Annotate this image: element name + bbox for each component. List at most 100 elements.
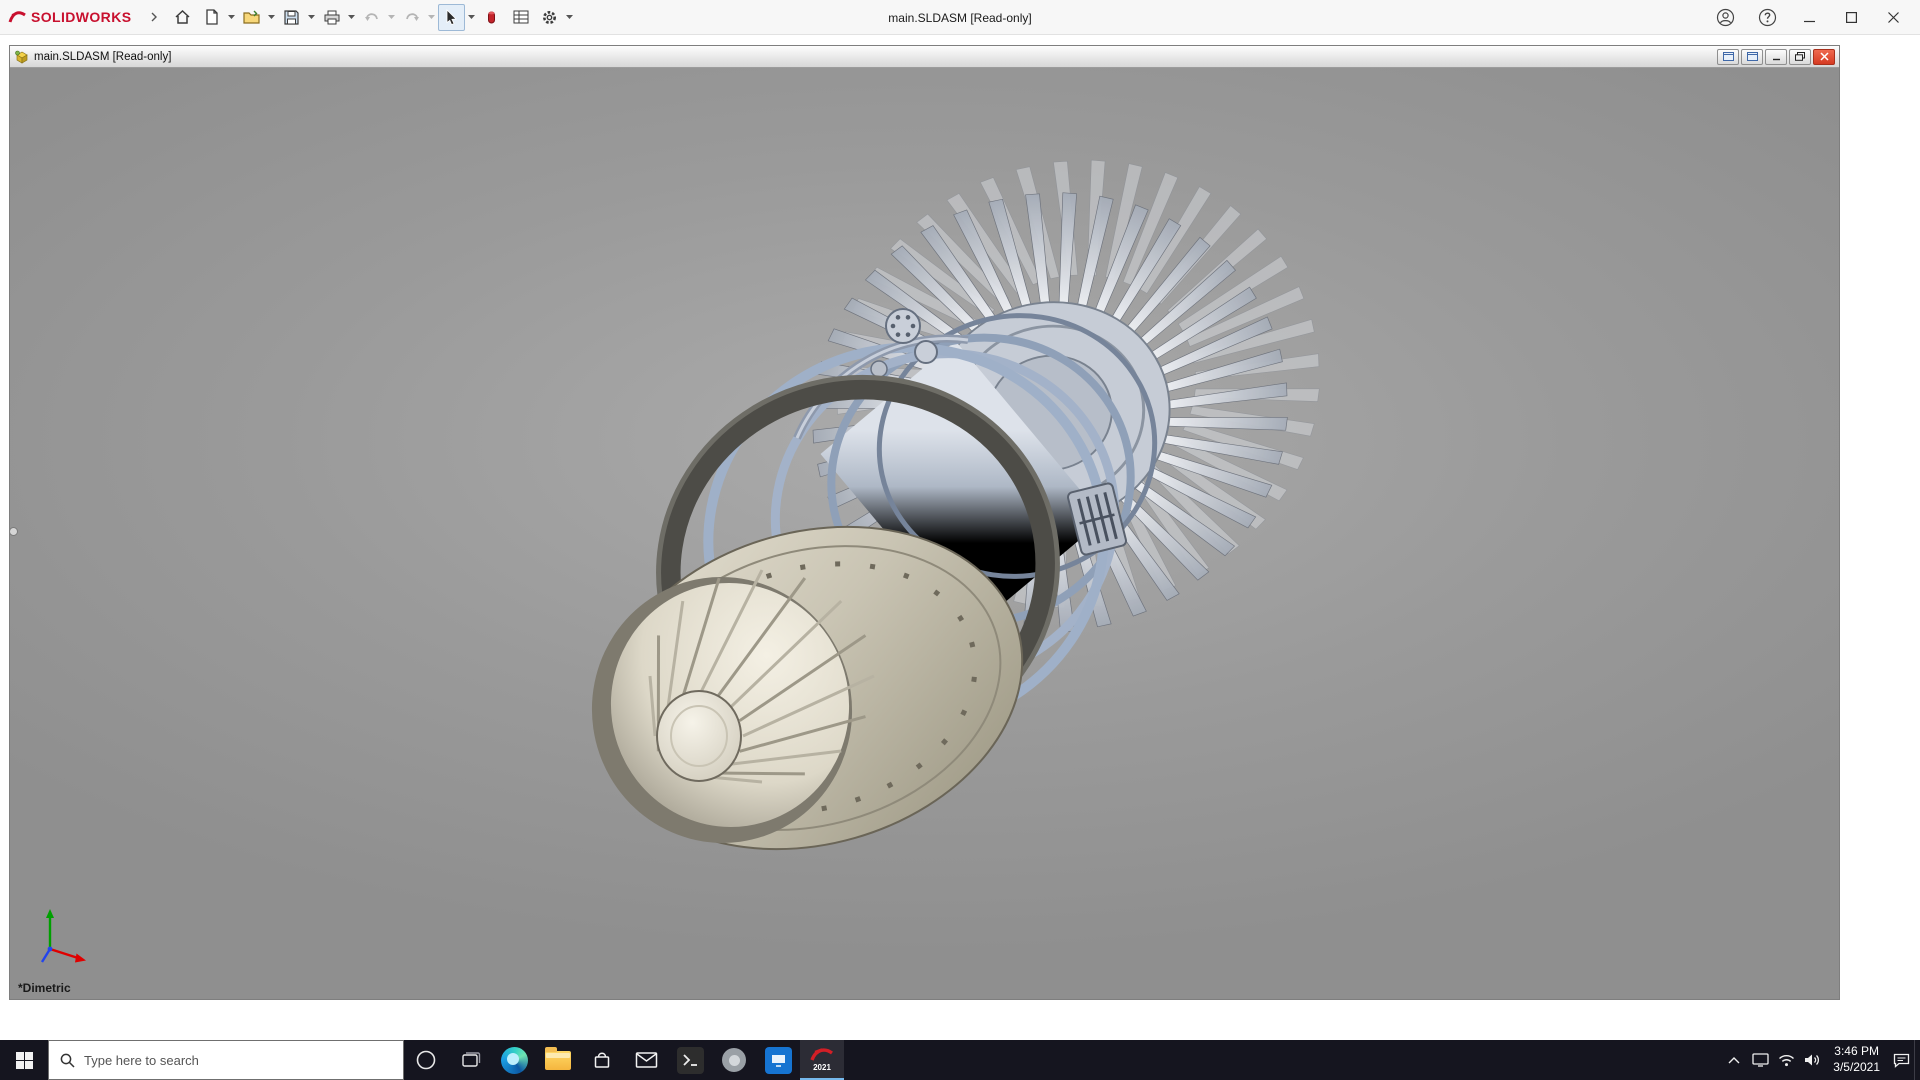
select-cursor-icon — [445, 9, 458, 25]
solidworks-version-badge: 2021 — [813, 1064, 831, 1072]
document-titlebar[interactable]: main.SLDASM [Read-only] — [10, 46, 1839, 68]
redo-icon — [404, 11, 420, 24]
engine-3d-model[interactable] — [10, 68, 1839, 999]
maximize-icon — [1846, 12, 1857, 23]
windows-taskbar: 2021 3:46 PM 3/5/2021 — [0, 1040, 1920, 1080]
mdi-client-area: main.SLDASM [Read-only] — [0, 35, 1920, 1040]
minimize-icon — [1772, 53, 1781, 61]
open-dropdown[interactable] — [266, 4, 277, 31]
action-center-icon — [1893, 1053, 1910, 1068]
save-icon — [284, 10, 299, 25]
print-button[interactable] — [318, 4, 345, 31]
assembly-icon — [14, 50, 29, 64]
save-button[interactable] — [278, 4, 305, 31]
document-window: main.SLDASM [Read-only] — [9, 45, 1840, 1000]
brand-text: SOLIDWORKS — [31, 9, 131, 25]
options-dropdown[interactable] — [564, 4, 575, 31]
window-icon — [1723, 52, 1734, 61]
maximize-button[interactable] — [1830, 0, 1872, 35]
account-button[interactable] — [1704, 0, 1746, 35]
doc-window-tool-button-2[interactable] — [1741, 49, 1763, 65]
cortana-icon — [415, 1049, 437, 1071]
close-icon — [1888, 12, 1899, 23]
print-dropdown[interactable] — [346, 4, 357, 31]
start-icon — [16, 1052, 33, 1069]
clock-time: 3:46 PM — [1833, 1044, 1880, 1060]
file-explorer-icon — [545, 1051, 571, 1070]
redo-dropdown[interactable] — [426, 4, 437, 31]
evaluate-button[interactable] — [507, 4, 534, 31]
solidworks-taskbar-button[interactable]: 2021 — [800, 1040, 844, 1080]
tray-display-button[interactable] — [1747, 1040, 1773, 1080]
mail-icon — [635, 1051, 658, 1069]
window-icon — [1747, 52, 1758, 61]
blue-app-icon — [765, 1047, 792, 1074]
task-view-icon — [459, 1050, 481, 1070]
doc-window-tool-button-1[interactable] — [1717, 49, 1739, 65]
app-titlebar: SOLIDWORKS — [0, 0, 1920, 35]
evaluate-icon — [513, 10, 529, 24]
action-center-button[interactable] — [1888, 1040, 1914, 1080]
start-button[interactable] — [0, 1040, 48, 1080]
open-folder-icon — [243, 10, 260, 24]
mail-button[interactable] — [624, 1040, 668, 1080]
select-tool-button[interactable] — [438, 4, 465, 31]
help-icon — [1758, 8, 1777, 27]
graphics-viewport[interactable]: *Dimetric — [10, 68, 1839, 999]
gray-app-button[interactable] — [712, 1040, 756, 1080]
edge-browser-button[interactable] — [492, 1040, 536, 1080]
close-app-button[interactable] — [1872, 0, 1914, 35]
tray-expand-button[interactable] — [1721, 1040, 1747, 1080]
store-button[interactable] — [580, 1040, 624, 1080]
home-button[interactable] — [169, 4, 196, 31]
file-explorer-button[interactable] — [536, 1040, 580, 1080]
doc-close-button[interactable] — [1813, 49, 1835, 65]
tray-expand-icon — [1728, 1056, 1740, 1064]
options-gear-icon — [541, 9, 558, 26]
new-document-dropdown[interactable] — [226, 4, 237, 31]
expand-chevron-icon[interactable] — [140, 4, 167, 31]
tray-volume-icon — [1804, 1053, 1821, 1067]
show-desktop-button[interactable] — [1914, 1040, 1920, 1080]
edge-icon — [501, 1047, 528, 1074]
clock-date: 3/5/2021 — [1833, 1060, 1880, 1076]
taskbar-clock[interactable]: 3:46 PM 3/5/2021 — [1825, 1044, 1888, 1075]
save-dropdown[interactable] — [306, 4, 317, 31]
terminal-button[interactable] — [668, 1040, 712, 1080]
select-tool-dropdown[interactable] — [466, 4, 477, 31]
terminal-icon — [677, 1047, 704, 1074]
undo-button[interactable] — [358, 4, 385, 31]
undo-icon — [364, 11, 380, 24]
tray-network-button[interactable] — [1773, 1040, 1799, 1080]
taskbar-search[interactable] — [48, 1040, 404, 1080]
open-button[interactable] — [238, 4, 265, 31]
solidworks-icon — [809, 1046, 835, 1063]
store-icon — [591, 1049, 613, 1071]
appearance-button[interactable] — [478, 4, 505, 31]
cortana-button[interactable] — [404, 1040, 448, 1080]
search-input[interactable] — [84, 1053, 392, 1068]
new-document-button[interactable] — [198, 4, 225, 31]
task-view-button[interactable] — [448, 1040, 492, 1080]
search-icon — [60, 1053, 75, 1068]
tray-wifi-icon — [1778, 1054, 1795, 1067]
help-button[interactable] — [1746, 0, 1788, 35]
orientation-triad — [28, 903, 98, 969]
appearance-icon — [487, 10, 496, 25]
doc-minimize-button[interactable] — [1765, 49, 1787, 65]
redo-button[interactable] — [398, 4, 425, 31]
minimize-button[interactable] — [1788, 0, 1830, 35]
tray-volume-button[interactable] — [1799, 1040, 1825, 1080]
new-document-icon — [205, 9, 219, 25]
blue-app-button[interactable] — [756, 1040, 800, 1080]
options-button[interactable] — [536, 4, 563, 31]
document-title: main.SLDASM [Read-only] — [34, 51, 171, 63]
doc-restore-button[interactable] — [1789, 49, 1811, 65]
undo-dropdown[interactable] — [386, 4, 397, 31]
restore-icon — [1795, 52, 1805, 61]
print-icon — [324, 10, 340, 25]
gray-app-icon — [722, 1048, 746, 1072]
close-icon — [1820, 52, 1829, 61]
view-orientation-label: *Dimetric — [18, 981, 71, 995]
dassault-logo-icon — [8, 9, 28, 25]
